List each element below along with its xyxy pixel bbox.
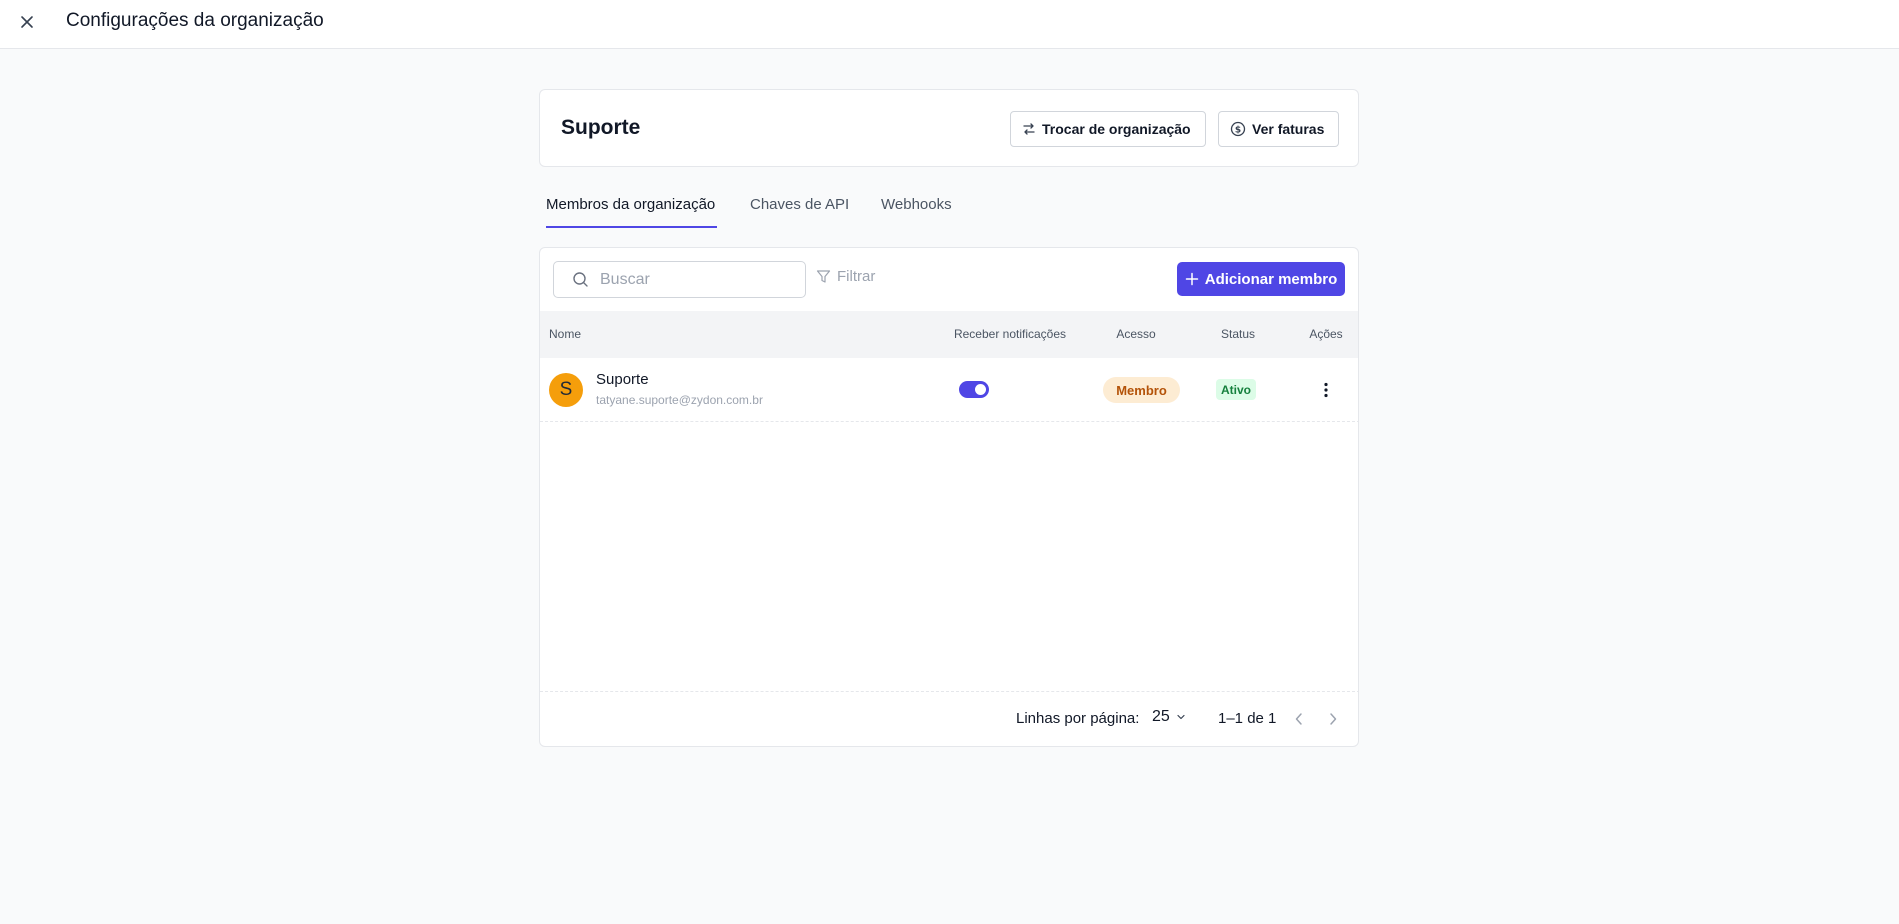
avatar: S [549, 373, 583, 407]
swap-icon [1023, 123, 1035, 135]
next-page-button[interactable] [1323, 709, 1343, 729]
plus-icon [1185, 272, 1198, 286]
table-header: Nome Receber notificações Acesso Status … [540, 311, 1358, 358]
column-header-notifications[interactable]: Receber notificações [950, 327, 1070, 341]
chevron-left-icon [1295, 713, 1302, 725]
rows-per-page-label: Linhas por página: [1016, 710, 1140, 727]
search-input[interactable] [600, 270, 790, 289]
table-pagination: Linhas por página: 25 1–1 de 1 [540, 691, 1358, 746]
chevron-down-icon [1177, 714, 1185, 720]
table-row[interactable]: S Suporte tatyane.suporte@zydon.com.br M… [540, 358, 1358, 422]
notifications-toggle[interactable] [959, 381, 989, 398]
close-button[interactable] [17, 12, 37, 32]
column-header-actions: Ações [1309, 327, 1343, 341]
switch-organization-label: Trocar de organização [1042, 121, 1191, 137]
dollar-circle-icon: $ [1230, 121, 1246, 137]
access-badge: Membro [1103, 377, 1180, 403]
rows-per-page-value: 25 [1152, 708, 1170, 725]
chevron-right-icon [1330, 713, 1337, 725]
column-header-name[interactable]: Nome [549, 327, 581, 341]
filter-label: Filtrar [837, 268, 876, 285]
kebab-vertical-icon [1324, 382, 1328, 398]
filter-icon [816, 270, 831, 283]
tab-members[interactable]: Membros da organização [546, 196, 717, 228]
column-header-status[interactable]: Status [1216, 327, 1260, 341]
add-member-button[interactable]: Adicionar membro [1177, 262, 1345, 296]
column-header-access[interactable]: Acesso [1096, 327, 1176, 341]
status-badge: Ativo [1216, 379, 1256, 400]
top-bar: Configurações da organização [0, 0, 1899, 49]
switch-organization-button[interactable]: Trocar de organização [1010, 111, 1206, 147]
organization-card: Suporte Trocar de organização $ Ver fatu… [539, 89, 1359, 167]
search-box[interactable] [553, 261, 806, 298]
rows-per-page-select[interactable]: 25 [1152, 708, 1186, 726]
member-email: tatyane.suporte@zydon.com.br [596, 393, 763, 407]
pagination-range: 1–1 de 1 [1218, 710, 1277, 727]
previous-page-button[interactable] [1289, 709, 1309, 729]
view-invoices-label: Ver faturas [1252, 121, 1325, 137]
svg-text:$: $ [1235, 126, 1241, 136]
tab-api-keys[interactable]: Chaves de API [750, 196, 849, 228]
row-actions-button[interactable] [1318, 380, 1334, 400]
organization-name: Suporte [561, 116, 641, 139]
members-table-card: Filtrar Adicionar membro Nome Receber no… [539, 247, 1359, 747]
member-name: Suporte [596, 371, 649, 388]
tab-webhooks[interactable]: Webhooks [881, 196, 952, 228]
settings-tabs: Membros da organização Chaves de API Web… [539, 190, 1359, 228]
close-icon [21, 16, 33, 28]
add-member-label: Adicionar membro [1204, 270, 1338, 288]
filter-button[interactable]: Filtrar [816, 268, 875, 285]
page-title: Configurações da organização [66, 10, 324, 31]
search-icon [573, 272, 588, 287]
view-invoices-button[interactable]: $ Ver faturas [1218, 111, 1339, 147]
